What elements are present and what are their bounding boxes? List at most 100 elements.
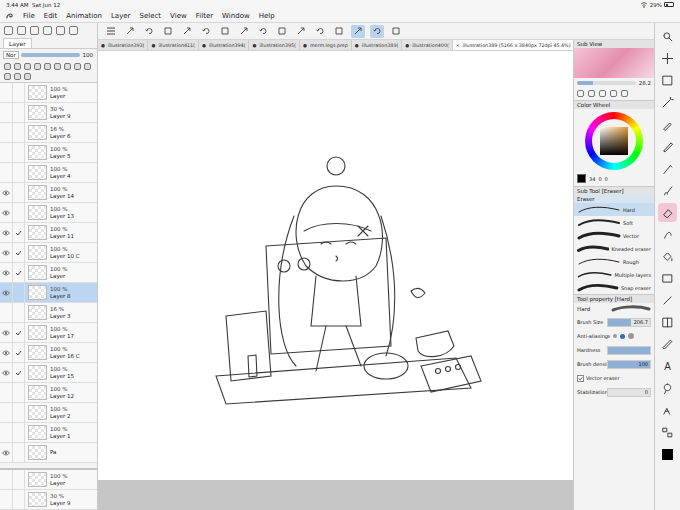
current-color[interactable] <box>577 174 586 183</box>
layer-check[interactable] <box>13 183 25 202</box>
layer-row[interactable]: 100 %Layer 2 <box>0 403 97 423</box>
layer-option-icon[interactable] <box>24 63 31 70</box>
tool-button[interactable] <box>658 137 677 156</box>
layer-check[interactable] <box>13 203 25 222</box>
property-checkbox[interactable] <box>577 375 584 382</box>
blend-mode-select[interactable]: Nor <box>3 51 19 59</box>
command-button[interactable] <box>237 25 251 38</box>
layer-row[interactable]: 100 %Layer <box>0 470 97 490</box>
color-value[interactable]: 0 <box>598 176 601 182</box>
visibility-toggle[interactable] <box>0 143 13 162</box>
layer-check[interactable] <box>13 223 25 242</box>
sub-tool-item[interactable]: Multiple layers <box>574 268 654 281</box>
command-button[interactable] <box>142 25 156 38</box>
visibility-toggle[interactable] <box>0 103 13 122</box>
document-tab[interactable]: ●illustration393( <box>98 40 148 50</box>
layer-option-icon[interactable] <box>24 73 31 80</box>
visibility-toggle[interactable] <box>0 223 13 242</box>
tool-button[interactable] <box>658 269 677 288</box>
visibility-toggle[interactable] <box>0 263 13 282</box>
layer-tool-icon[interactable] <box>30 26 39 35</box>
layer-tool-icon[interactable] <box>56 26 65 35</box>
layer-row[interactable]: 100 %Layer 16 C <box>0 343 97 363</box>
tool-button[interactable] <box>658 423 677 442</box>
visibility-toggle[interactable] <box>0 423 13 442</box>
layer-tool-icon[interactable] <box>43 26 52 35</box>
command-button[interactable] <box>180 25 194 38</box>
saturation-square[interactable] <box>600 127 628 155</box>
layer-check[interactable] <box>13 83 25 102</box>
layer-row[interactable]: 100 %Layer 10 C <box>0 243 97 263</box>
sub-tool-item[interactable]: Kneaded eraser <box>574 242 654 255</box>
tab-mark[interactable]: ● <box>252 43 256 48</box>
visibility-toggle[interactable] <box>0 203 13 222</box>
layer-row[interactable]: 100 %Layer 11 <box>0 223 97 243</box>
canvas[interactable] <box>98 51 573 480</box>
visibility-toggle[interactable] <box>0 283 13 302</box>
tool-button[interactable] <box>658 27 677 46</box>
sub-tool-item[interactable]: Soft <box>574 216 654 229</box>
layer-option-icon[interactable] <box>4 73 11 80</box>
tab-mark[interactable]: ● <box>202 43 206 48</box>
layer-check[interactable] <box>13 363 25 382</box>
document-tab[interactable]: ●merm.legs.prep <box>300 40 352 50</box>
visibility-toggle[interactable] <box>0 363 13 382</box>
layer-tool-icon[interactable] <box>69 26 78 35</box>
opacity-value[interactable]: 100 <box>82 52 95 58</box>
sub-tool-item[interactable]: Vector <box>574 229 654 242</box>
menu-item[interactable]: Animation <box>66 12 102 20</box>
layer-check[interactable] <box>13 103 25 122</box>
layer-tab[interactable]: Layer <box>3 38 32 48</box>
visibility-toggle[interactable] <box>0 183 13 202</box>
sub-view-image[interactable] <box>574 48 654 78</box>
menu-item[interactable]: Window <box>222 12 250 20</box>
visibility-toggle[interactable] <box>0 303 13 322</box>
layer-row[interactable]: 100 %Layer 17 <box>0 323 97 343</box>
document-tab[interactable]: ●illustration395( <box>249 40 299 50</box>
menu-item[interactable]: Help <box>259 12 275 20</box>
visibility-toggle[interactable] <box>0 403 13 422</box>
document-tab[interactable]: ●illustration389( <box>352 40 402 50</box>
layer-check[interactable] <box>13 443 25 462</box>
tab-mark[interactable]: ● <box>101 43 105 48</box>
document-tab[interactable]: ●illustration394( <box>199 40 249 50</box>
command-button[interactable] <box>256 25 270 38</box>
command-button[interactable] <box>161 25 175 38</box>
menu-item[interactable]: View <box>170 12 187 20</box>
anti-alias-option[interactable] <box>620 334 625 339</box>
command-button[interactable] <box>275 25 289 38</box>
command-button[interactable] <box>313 25 327 38</box>
tab-mark[interactable]: ● <box>303 43 307 48</box>
tab-mark[interactable]: ● <box>151 43 155 48</box>
sub-tool-item[interactable]: Hard <box>574 203 654 216</box>
tool-button[interactable] <box>658 379 677 398</box>
command-button[interactable] <box>294 25 308 38</box>
layer-check[interactable] <box>13 283 25 302</box>
layer-check[interactable] <box>13 343 25 362</box>
layer-option-icon[interactable] <box>14 63 21 70</box>
anti-alias-option[interactable] <box>607 335 610 338</box>
layer-check[interactable] <box>13 383 25 402</box>
sub-view-icon[interactable] <box>610 90 617 97</box>
tool-button[interactable] <box>658 247 677 266</box>
document-tab[interactable]: ×illustration389 (5166 x 3840px 72dpi 45… <box>453 40 573 50</box>
property-slider[interactable]: 100 <box>607 360 651 369</box>
layer-check[interactable] <box>13 243 25 262</box>
visibility-toggle[interactable] <box>0 383 13 402</box>
layer-option-icon[interactable] <box>84 63 91 70</box>
layer-option-icon[interactable] <box>64 63 71 70</box>
command-button[interactable] <box>199 25 213 38</box>
visibility-toggle[interactable] <box>0 123 13 142</box>
document-tab[interactable]: ●illustration411( <box>148 40 198 50</box>
layer-tool-icon[interactable] <box>17 26 26 35</box>
menu-item[interactable]: Select <box>140 12 162 20</box>
layer-row[interactable]: 30 %Layer 9 <box>0 103 97 123</box>
tool-button[interactable]: A <box>658 357 677 376</box>
anti-alias-option[interactable] <box>613 334 617 338</box>
tab-mark[interactable]: ● <box>355 43 359 48</box>
layer-row[interactable]: 16 %Layer 6 <box>0 123 97 143</box>
layer-row[interactable]: 100 %Layer 8 <box>0 283 97 303</box>
command-button[interactable] <box>218 25 232 38</box>
sub-tool-item[interactable]: Rough <box>574 255 654 268</box>
layer-check[interactable] <box>13 323 25 342</box>
